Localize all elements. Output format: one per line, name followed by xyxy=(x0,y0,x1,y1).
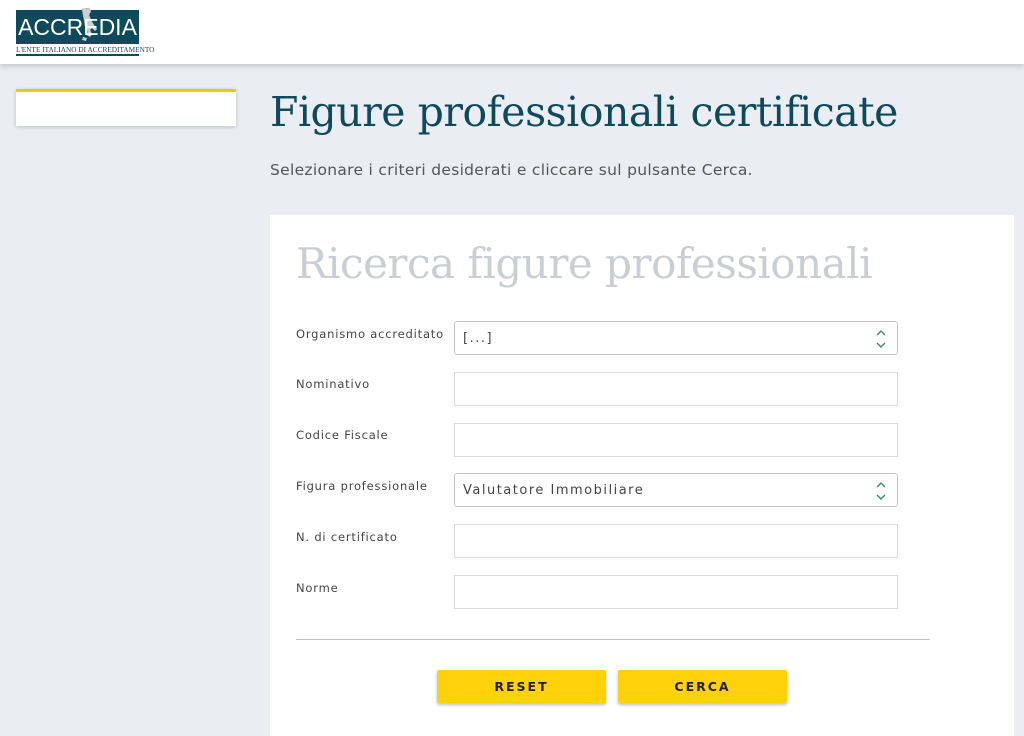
search-form-card: Ricerca figure professionali Organismo a… xyxy=(270,215,1014,736)
figura-select-value: Valutatore Immobiliare xyxy=(463,482,645,498)
reset-button[interactable]: RESET xyxy=(437,670,606,703)
codice-fiscale-label: Codice Fiscale xyxy=(296,428,389,442)
logo-wordmark: ACCREDIA xyxy=(18,14,137,40)
organismo-select[interactable]: [...] xyxy=(454,321,898,355)
norme-label: Norme xyxy=(296,581,339,595)
organismo-select-value: [...] xyxy=(463,330,494,346)
codice-fiscale-input[interactable] xyxy=(454,423,898,457)
sidebar-card xyxy=(16,89,236,126)
form-title: Ricerca figure professionali xyxy=(296,239,873,288)
page-title: Figure professionali certificate xyxy=(270,88,898,136)
norme-input[interactable] xyxy=(454,575,898,609)
cerca-button[interactable]: CERCA xyxy=(618,670,787,703)
chevron-up-down-icon xyxy=(876,330,886,348)
organismo-label: Organismo accreditato xyxy=(296,327,444,341)
figura-label: Figura professionale xyxy=(296,479,428,493)
figura-select[interactable]: Valutatore Immobiliare xyxy=(454,473,898,507)
nominativo-label: Nominativo xyxy=(296,377,370,391)
accredia-logo[interactable]: ACCREDIA L'ENTE ITALIANO DI ACCREDITAMEN… xyxy=(16,7,155,56)
page-subtitle: Selezionare i criteri desiderati e clicc… xyxy=(270,161,753,179)
site-header: ACCREDIA L'ENTE ITALIANO DI ACCREDITAMEN… xyxy=(0,0,1024,64)
certificato-label: N. di certificato xyxy=(296,530,398,544)
form-divider xyxy=(296,639,930,640)
certificato-input[interactable] xyxy=(454,524,898,558)
logo-tagline: L'ENTE ITALIANO DI ACCREDITAMENTO xyxy=(16,45,155,54)
nominativo-input[interactable] xyxy=(454,372,898,406)
logo-underline xyxy=(16,54,139,56)
chevron-up-down-icon xyxy=(876,482,886,500)
